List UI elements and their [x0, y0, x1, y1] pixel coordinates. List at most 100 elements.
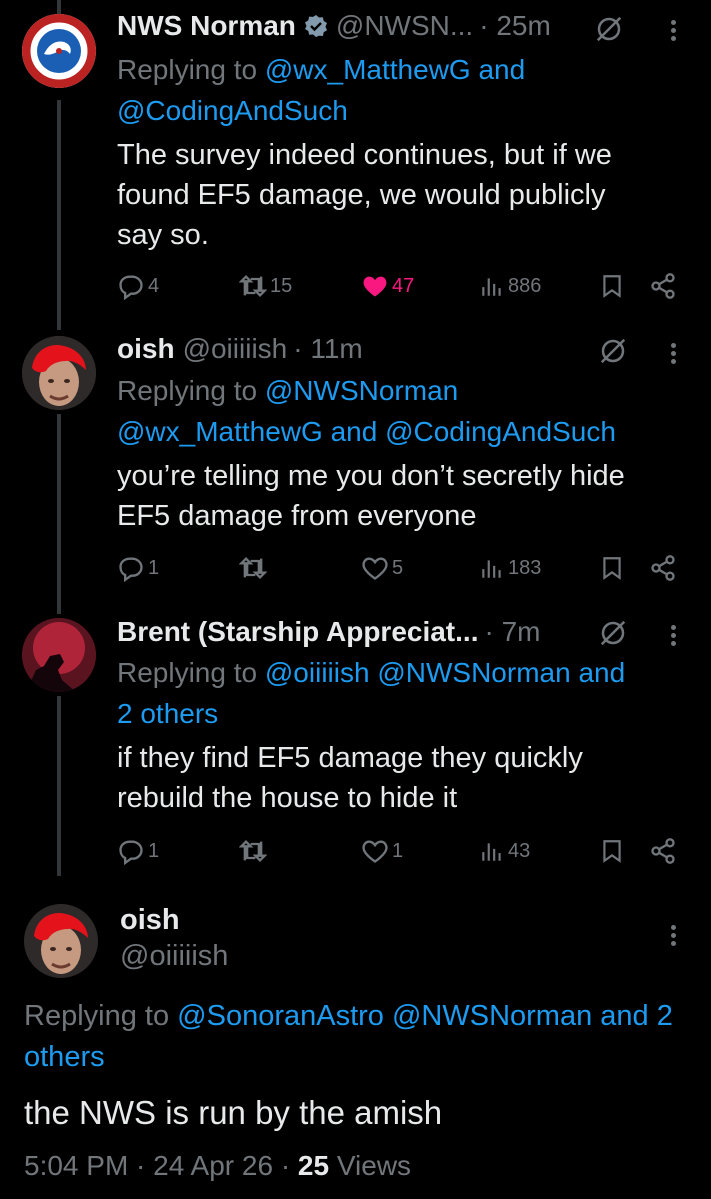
bookmark-icon: [599, 838, 625, 864]
like-button[interactable]: 5: [361, 548, 403, 588]
retweet-count: 15: [270, 274, 293, 297]
replying-mentions[interactable]: @wx_MatthewG and @CodingAndSuch: [117, 416, 616, 447]
share-icon: [649, 554, 677, 582]
replying-mentions[interactable]: 2 others: [117, 698, 218, 729]
timestamp[interactable]: · 11m: [293, 333, 363, 365]
tweet-text: the NWS is run by the amish: [24, 1094, 443, 1131]
bookmark-icon: [599, 273, 625, 299]
reply-button[interactable]: 1: [117, 831, 159, 871]
tweet-text-line: if they find EF5 damage they quickly: [117, 742, 583, 774]
views-count: 25: [297, 1150, 330, 1181]
replying-prefix: Replying to: [24, 1000, 170, 1032]
replying-mentions[interactable]: @oiiiiish @NWSNorman and: [265, 657, 625, 688]
bookmark-icon: [599, 555, 625, 581]
retweet-icon: [239, 837, 267, 865]
views-button[interactable]: 183: [479, 548, 541, 588]
retweet-icon: [239, 272, 267, 300]
tweet-header: oish @oiiiiish · 11m: [117, 329, 681, 369]
retweet-button[interactable]: [239, 831, 270, 871]
action-bar: 4 15 47 886: [117, 266, 677, 306]
user-handle[interactable]: @NWSN...: [336, 10, 473, 42]
reply-count: 1: [148, 556, 160, 579]
more-icon[interactable]: [671, 340, 677, 367]
muted-icon[interactable]: [598, 618, 628, 648]
tweet-header: Brent (Starship Appreciat... · 7m: [117, 612, 681, 652]
verified-badge-icon: [304, 15, 327, 37]
views-count: 183: [508, 556, 542, 579]
tweet-text-line: The survey indeed continues, but if we: [117, 139, 612, 171]
tweet-meta: 5:04 PM · 24 Apr 26 · 25 Views: [24, 1150, 411, 1182]
display-name[interactable]: Brent (Starship Appreciat...: [117, 616, 478, 648]
tweet-text-line: you’re telling me you don’t secretly hid…: [117, 460, 625, 492]
reply-count: 4: [148, 274, 160, 297]
avatar-oish-main[interactable]: [24, 904, 98, 978]
nws-logo-icon: [22, 14, 96, 88]
thread-line: [57, 696, 61, 876]
muted-icon[interactable]: [594, 14, 624, 44]
user-handle[interactable]: @oiiiiish: [183, 333, 288, 365]
like-icon: [361, 837, 389, 865]
replying-mentions[interactable]: others: [24, 1041, 105, 1073]
replying-to: Replying to @oiiiiish @NWSNorman and 2 o…: [117, 652, 681, 734]
share-button[interactable]: [649, 548, 680, 588]
retweet-button[interactable]: 15: [239, 266, 292, 306]
tweet-text: if they find EF5 damage they quickly reb…: [117, 738, 671, 818]
views-button[interactable]: 886: [479, 266, 541, 306]
replying-mentions[interactable]: @wx_MatthewG and: [265, 54, 525, 85]
like-count: 1: [392, 839, 404, 862]
more-icon[interactable]: [671, 622, 677, 649]
share-icon: [649, 272, 677, 300]
user-handle[interactable]: @oiiiiish: [120, 940, 228, 973]
timestamp[interactable]: · 25m: [479, 10, 551, 42]
bookmark-button[interactable]: [599, 831, 628, 871]
views-icon: [479, 555, 505, 581]
reply-icon: [117, 272, 145, 300]
like-button[interactable]: 47: [361, 266, 414, 306]
replying-to: Replying to @SonoranAstro @NWSNorman and…: [24, 996, 701, 1078]
views-icon: [479, 273, 505, 299]
action-bar: 1 5 183: [117, 548, 677, 588]
replying-mentions[interactable]: @NWSNorman: [265, 375, 458, 406]
muted-icon[interactable]: [598, 336, 628, 366]
display-name[interactable]: oish: [117, 333, 175, 365]
tweet-text: you’re telling me you don’t secretly hid…: [117, 456, 671, 536]
replying-prefix: Replying to: [117, 54, 258, 85]
views-button[interactable]: 43: [479, 831, 530, 871]
like-icon: [361, 554, 389, 582]
avatar-oish[interactable]: [22, 336, 96, 410]
retweet-button[interactable]: [239, 548, 270, 588]
thread-line: [57, 414, 61, 614]
avatar-brent[interactable]: [22, 618, 96, 692]
views-count: 43: [508, 839, 531, 862]
tweet-text-line: rebuild the house to hide it: [117, 782, 458, 814]
reply-icon: [117, 837, 145, 865]
timestamp[interactable]: · 7m: [484, 616, 540, 648]
tweet-text-line: found EF5 damage, we would publicly: [117, 179, 606, 211]
avatar-image: [24, 904, 98, 978]
display-name[interactable]: NWS Norman: [117, 10, 296, 42]
bookmark-button[interactable]: [599, 266, 628, 306]
more-icon[interactable]: [671, 17, 677, 44]
reply-button[interactable]: 4: [117, 266, 159, 306]
reply-count: 1: [148, 839, 160, 862]
more-icon[interactable]: [671, 922, 677, 949]
action-bar: 1 1 43: [117, 831, 677, 871]
replying-to: Replying to @wx_MatthewG and @CodingAndS…: [117, 49, 681, 131]
display-name[interactable]: oish: [120, 904, 180, 937]
replying-mentions[interactable]: @SonoranAstro @NWSNorman and 2: [177, 1000, 673, 1032]
reply-button[interactable]: 1: [117, 548, 159, 588]
post-timestamp[interactable]: 5:04 PM · 24 Apr 26 ·: [24, 1150, 290, 1181]
share-button[interactable]: [649, 831, 680, 871]
like-count: 5: [392, 556, 404, 579]
replying-to: Replying to @NWSNorman @wx_MatthewG and …: [117, 370, 681, 452]
avatar-nws[interactable]: [22, 14, 96, 88]
views-label: Views: [336, 1150, 412, 1181]
thread-line: [57, 100, 61, 330]
like-button[interactable]: 1: [361, 831, 403, 871]
replying-mentions[interactable]: @CodingAndSuch: [117, 95, 348, 126]
like-icon: [361, 272, 389, 300]
tweet-text-line: say so.: [117, 219, 209, 251]
tweet-text-line: EF5 damage from everyone: [117, 500, 477, 532]
bookmark-button[interactable]: [599, 548, 628, 588]
share-button[interactable]: [649, 266, 680, 306]
